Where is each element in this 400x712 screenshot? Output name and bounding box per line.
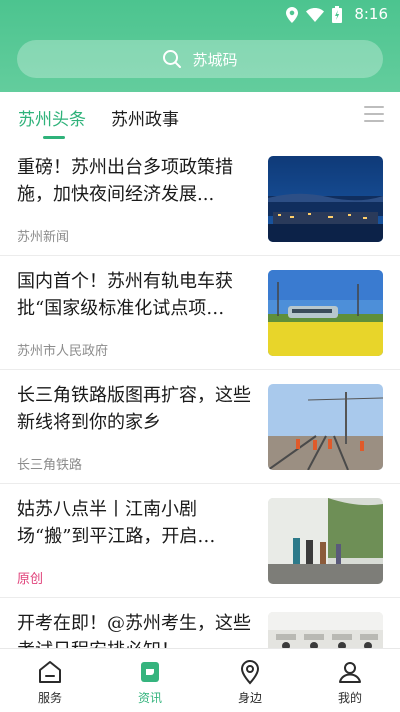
status-bar: 8:16 — [0, 0, 400, 28]
search-bar[interactable]: 苏城码 — [17, 40, 383, 78]
original-badge: 原创 — [17, 572, 44, 587]
news-thumbnail — [268, 612, 383, 648]
news-title: 重磅！苏州出台多项政策措施，加快夜间经济发展... — [17, 157, 233, 205]
news-thumbnail — [268, 156, 383, 242]
active-tab-indicator — [43, 136, 65, 139]
news-source: 长三角铁路 — [17, 458, 83, 473]
nav-label: 服务 — [37, 691, 62, 705]
news-title: 长三角铁路版图再扩容，这些新线将到你的家乡 — [17, 385, 251, 433]
nav-label: 我的 — [337, 691, 362, 705]
nav-news[interactable]: 资讯 — [100, 649, 200, 712]
news-title: 姑苏八点半丨江南小剧场“搬”到平江路，开启… — [17, 499, 216, 547]
status-time: 8:16 — [354, 5, 388, 23]
category-tabs: 苏州头条 苏州政事 — [0, 92, 400, 142]
menu-icon[interactable] — [364, 106, 384, 126]
news-thumbnail — [268, 498, 383, 584]
news-item[interactable]: 开考在即！@苏州考生，这些考试日程安排必知！ — [0, 598, 400, 648]
location-pin-icon — [240, 659, 260, 685]
search-icon — [163, 50, 182, 68]
profile-icon — [339, 662, 361, 683]
nav-label: 资讯 — [137, 691, 162, 705]
bottom-navigation: 服务 资讯 身边 我的 — [0, 648, 400, 712]
nav-services[interactable]: 服务 — [0, 649, 100, 712]
status-icons — [286, 6, 342, 23]
news-source: 苏州市人民政府 — [17, 344, 109, 359]
nav-nearby[interactable]: 身边 — [200, 649, 300, 712]
location-status-icon — [286, 6, 298, 23]
news-icon — [141, 662, 159, 682]
news-title: 开考在即！@苏州考生，这些考试日程安排必知！ — [17, 613, 251, 648]
news-source: 苏州新闻 — [17, 230, 70, 245]
nav-profile[interactable]: 我的 — [300, 649, 400, 712]
home-icon — [39, 661, 61, 683]
nav-label: 身边 — [237, 691, 262, 705]
news-title: 国内首个！苏州有轨电车获批“国家级标准化试点项… — [17, 271, 233, 319]
search-placeholder: 苏城码 — [192, 50, 238, 69]
news-list: 重磅！苏州出台多项政策措施，加快夜间经济发展... 苏州新闻 国内首个！苏州有轨… — [0, 142, 400, 648]
news-thumbnail — [268, 270, 383, 356]
battery-icon — [332, 6, 342, 23]
news-item[interactable]: 姑苏八点半丨江南小剧场“搬”到平江路，开启… 原创 — [0, 484, 400, 598]
news-item[interactable]: 长三角铁路版图再扩容，这些新线将到你的家乡 长三角铁路 — [0, 370, 400, 484]
wifi-icon — [306, 7, 324, 22]
header: 8:16 苏城码 — [0, 0, 400, 92]
news-thumbnail — [268, 384, 383, 470]
news-item[interactable]: 重磅！苏州出台多项政策措施，加快夜间经济发展... 苏州新闻 — [0, 142, 400, 256]
news-item[interactable]: 国内首个！苏州有轨电车获批“国家级标准化试点项… 苏州市人民政府 — [0, 256, 400, 370]
tab-suzhou-politics[interactable]: 苏州政事 — [111, 105, 179, 130]
tab-suzhou-headlines[interactable]: 苏州头条 — [18, 105, 86, 130]
